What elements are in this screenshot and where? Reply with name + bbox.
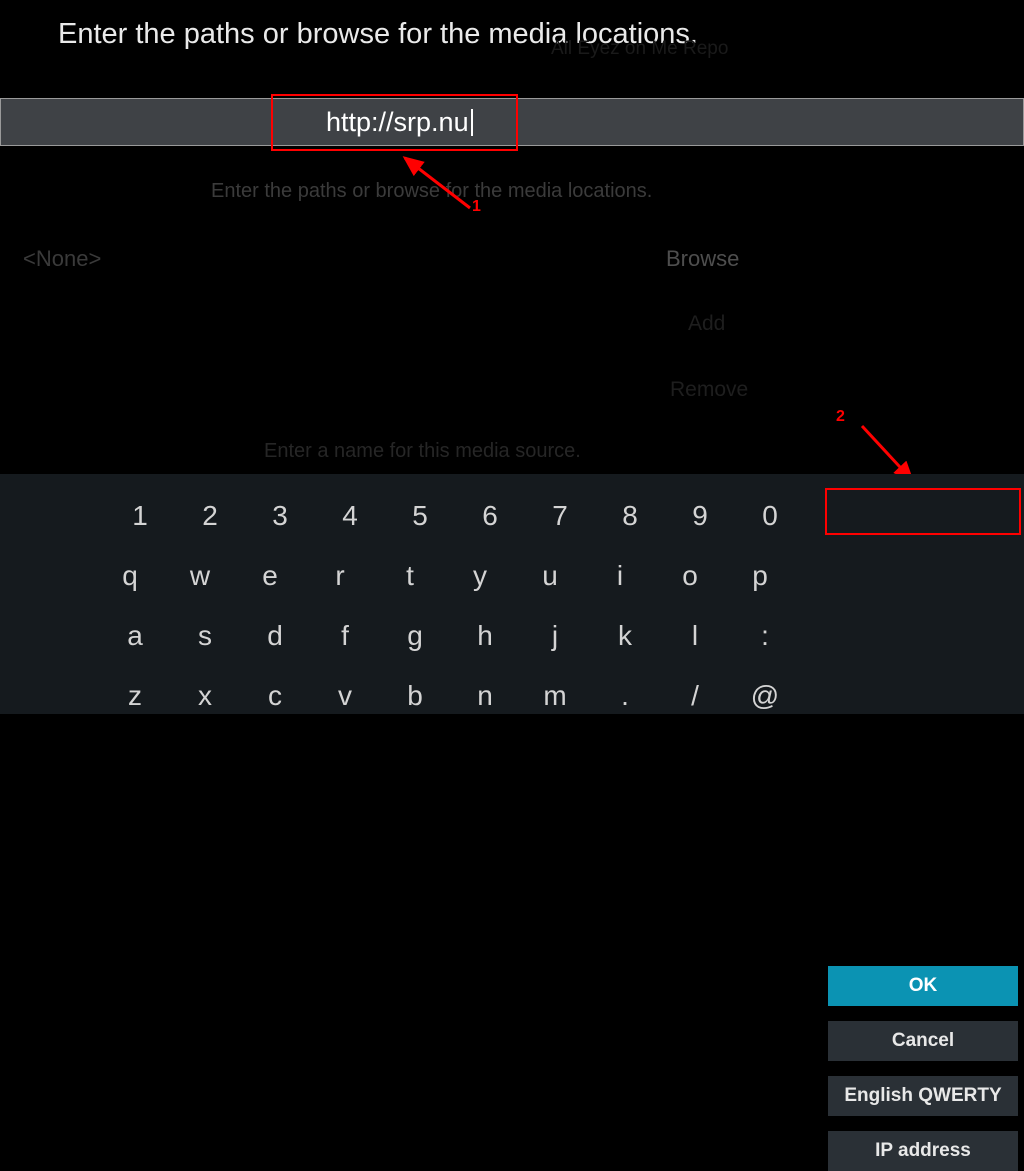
key-r[interactable]: r bbox=[305, 546, 375, 606]
keyboard-row-1: 1 2 3 4 5 6 7 8 9 0 bbox=[105, 486, 1024, 546]
key-g[interactable]: g bbox=[380, 606, 450, 666]
key-c[interactable]: c bbox=[240, 666, 310, 726]
key-m[interactable]: m bbox=[520, 666, 590, 726]
key-4[interactable]: 4 bbox=[315, 486, 385, 546]
key-l[interactable]: l bbox=[660, 606, 730, 666]
text-cursor bbox=[471, 109, 473, 136]
key-k[interactable]: k bbox=[590, 606, 660, 666]
key-v[interactable]: v bbox=[310, 666, 380, 726]
remove-button[interactable]: Remove bbox=[670, 378, 748, 402]
key-u[interactable]: u bbox=[515, 546, 585, 606]
annotation-number-2: 2 bbox=[836, 408, 845, 426]
key-5[interactable]: 5 bbox=[385, 486, 455, 546]
key-6[interactable]: 6 bbox=[455, 486, 525, 546]
key-period[interactable]: . bbox=[590, 666, 660, 726]
key-z[interactable]: z bbox=[100, 666, 170, 726]
key-o[interactable]: o bbox=[655, 546, 725, 606]
key-q[interactable]: q bbox=[95, 546, 165, 606]
key-p[interactable]: p bbox=[725, 546, 795, 606]
key-s[interactable]: s bbox=[170, 606, 240, 666]
annotation-number-1: 1 bbox=[472, 198, 481, 216]
key-n[interactable]: n bbox=[450, 666, 520, 726]
key-y[interactable]: y bbox=[445, 546, 515, 606]
key-t[interactable]: t bbox=[375, 546, 445, 606]
key-7[interactable]: 7 bbox=[525, 486, 595, 546]
keyboard-actions: OK Cancel English QWERTY IP address bbox=[828, 966, 1018, 1171]
key-e[interactable]: e bbox=[235, 546, 305, 606]
key-at[interactable]: @ bbox=[730, 666, 800, 726]
key-0[interactable]: 0 bbox=[735, 486, 805, 546]
path-input-value: http://srp.nu bbox=[326, 107, 469, 138]
key-f[interactable]: f bbox=[310, 606, 380, 666]
browse-button[interactable]: Browse bbox=[666, 246, 739, 272]
keyboard-row-4: z x c v b n m . / @ bbox=[100, 666, 1024, 726]
key-2[interactable]: 2 bbox=[175, 486, 245, 546]
key-8[interactable]: 8 bbox=[595, 486, 665, 546]
keyboard-row-3: a s d f g h j k l : bbox=[100, 606, 1024, 666]
key-9[interactable]: 9 bbox=[665, 486, 735, 546]
key-i[interactable]: i bbox=[585, 546, 655, 606]
key-j[interactable]: j bbox=[520, 606, 590, 666]
key-w[interactable]: w bbox=[165, 546, 235, 606]
key-b[interactable]: b bbox=[380, 666, 450, 726]
background-repo-text: All Eyez on Me Repo bbox=[551, 38, 728, 60]
ok-button[interactable]: OK bbox=[828, 966, 1018, 1006]
add-button[interactable]: Add bbox=[688, 312, 725, 336]
source-name-label: Enter a name for this media source. bbox=[264, 440, 581, 463]
cancel-button[interactable]: Cancel bbox=[828, 1021, 1018, 1061]
key-d[interactable]: d bbox=[240, 606, 310, 666]
key-x[interactable]: x bbox=[170, 666, 240, 726]
key-3[interactable]: 3 bbox=[245, 486, 315, 546]
key-a[interactable]: a bbox=[100, 606, 170, 666]
ip-address-button[interactable]: IP address bbox=[828, 1131, 1018, 1171]
on-screen-keyboard: 1 2 3 4 5 6 7 8 9 0 q w e r t y u i o p … bbox=[0, 474, 1024, 714]
path-input[interactable]: http://srp.nu bbox=[0, 98, 1024, 146]
keyboard-row-2: q w e r t y u i o p bbox=[95, 546, 1024, 606]
key-1[interactable]: 1 bbox=[105, 486, 175, 546]
background-dialog-title: Enter the paths or browse for the media … bbox=[211, 180, 652, 203]
layout-button[interactable]: English QWERTY bbox=[828, 1076, 1018, 1116]
path-none-placeholder: <None> bbox=[23, 246, 101, 272]
key-slash[interactable]: / bbox=[660, 666, 730, 726]
key-colon[interactable]: : bbox=[730, 606, 800, 666]
key-h[interactable]: h bbox=[450, 606, 520, 666]
